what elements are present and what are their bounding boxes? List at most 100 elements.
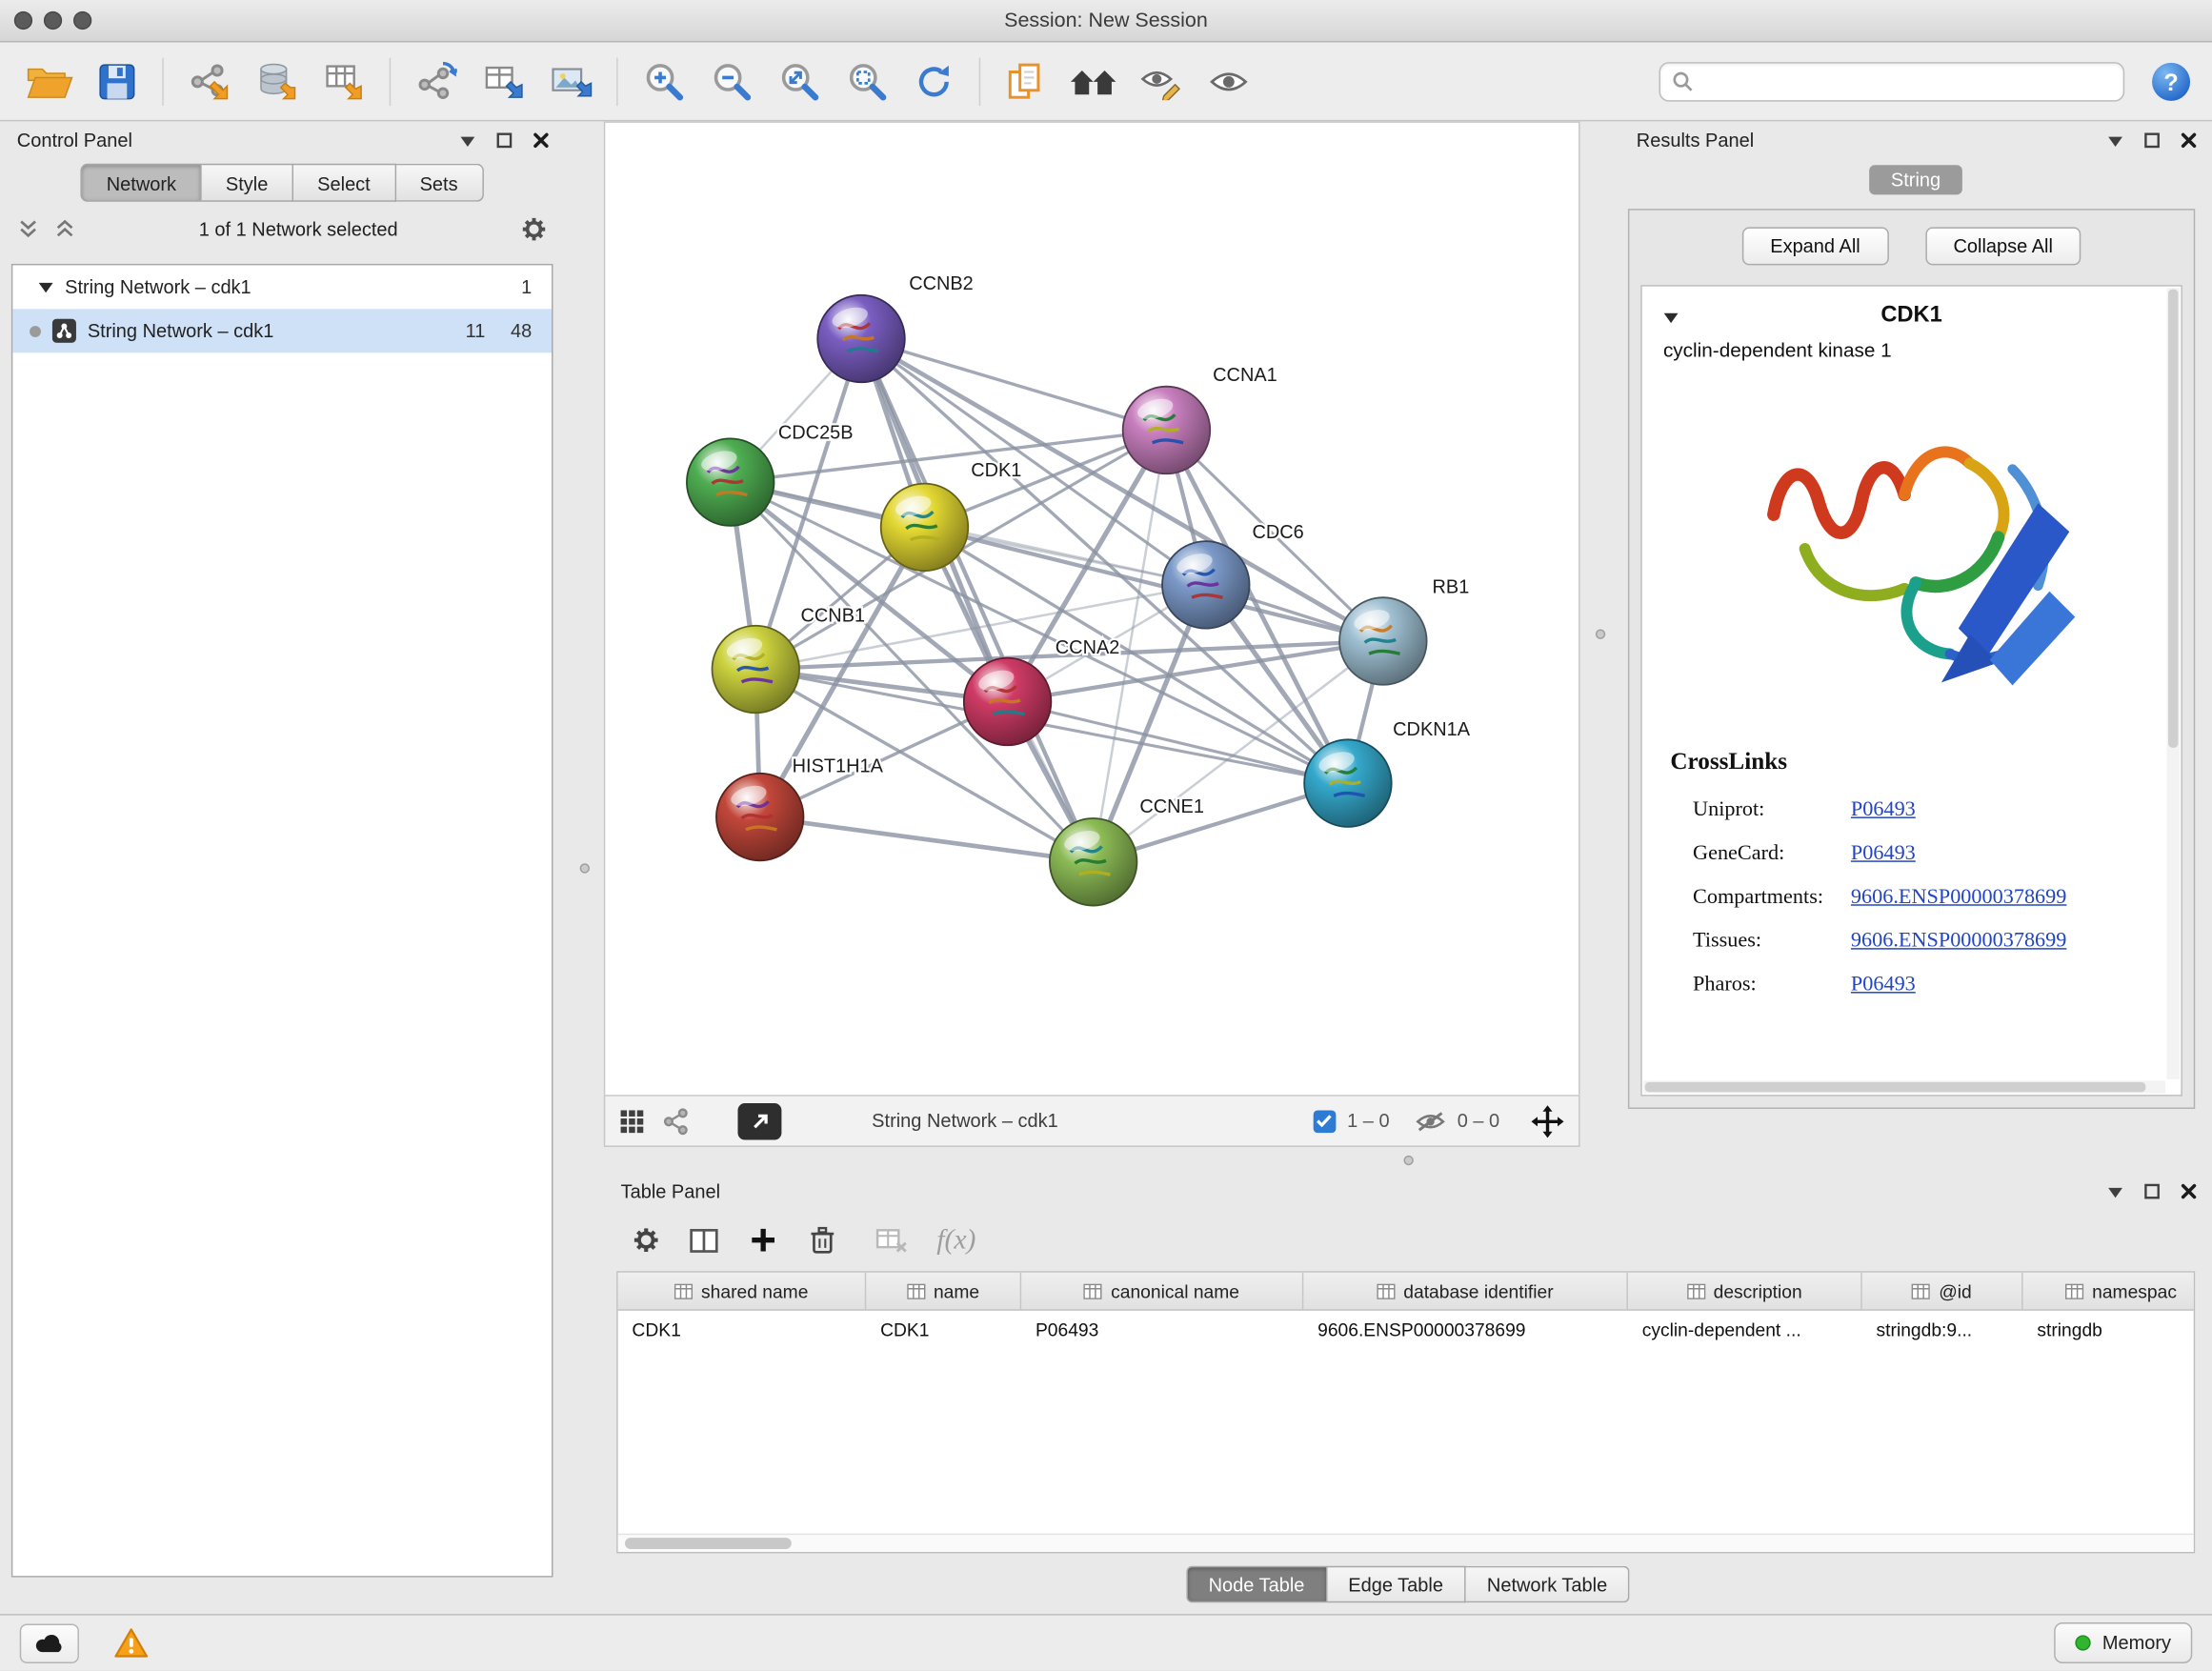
- network-node-CDC6[interactable]: CDC6: [1162, 522, 1304, 629]
- column-header-namespac[interactable]: namespac: [2023, 1273, 2196, 1310]
- entry-collapse-icon[interactable]: [1661, 307, 1679, 325]
- panel-float-icon[interactable]: [2106, 1181, 2124, 1199]
- collapse-all-icon[interactable]: [17, 217, 40, 240]
- delete-icon[interactable]: [807, 1224, 838, 1256]
- clone-network-button[interactable]: [472, 49, 536, 113]
- panel-float-icon[interactable]: [458, 131, 476, 149]
- network-node-CCNB1[interactable]: CCNB1: [713, 605, 866, 713]
- memory-button[interactable]: Memory: [2054, 1622, 2192, 1663]
- tab-string[interactable]: String: [1870, 165, 1962, 194]
- column-header-canonical-name[interactable]: canonical name: [1021, 1273, 1303, 1310]
- results-vertical-scrollbar[interactable]: [2167, 288, 2180, 1079]
- network-collection-row[interactable]: String Network – cdk1 1: [12, 265, 552, 309]
- splitter-canvas-results[interactable]: [1580, 121, 1619, 1147]
- tree-expander-icon[interactable]: [38, 279, 53, 294]
- splitter-control-canvas[interactable]: [564, 121, 603, 1614]
- splitter-grip[interactable]: [1403, 1155, 1413, 1164]
- search-input[interactable]: [1701, 70, 2112, 91]
- network-node-HIST1H1A[interactable]: HIST1H1A: [716, 755, 884, 860]
- save-session-button[interactable]: [85, 49, 150, 113]
- pan-move-icon[interactable]: [1531, 1104, 1565, 1138]
- tab-sets[interactable]: Sets: [395, 164, 483, 202]
- export-image-button[interactable]: [539, 49, 604, 113]
- column-header-name[interactable]: name: [866, 1273, 1021, 1310]
- network-graph[interactable]: CCNB2CCNA1CDC25BCDK1CDC6RB1CCNB1CCNA2CDK…: [605, 123, 1579, 1095]
- table-cell[interactable]: CDK1: [866, 1319, 1021, 1340]
- network-node-CDKN1A[interactable]: CDKN1A: [1304, 719, 1471, 827]
- network-canvas[interactable]: CCNB2CCNA1CDC25BCDK1CDC6RB1CCNB1CCNA2CDK…: [604, 121, 1580, 1095]
- table-horizontal-scrollbar[interactable]: [618, 1534, 2194, 1552]
- tab-edge-table[interactable]: Edge Table: [1327, 1566, 1466, 1603]
- window-zoom-button[interactable]: [73, 11, 91, 30]
- table-cell[interactable]: CDK1: [618, 1319, 867, 1340]
- open-in-window-button[interactable]: [737, 1102, 781, 1139]
- expand-all-icon[interactable]: [53, 217, 76, 240]
- panel-maximize-icon[interactable]: [2142, 1181, 2161, 1199]
- window-minimize-button[interactable]: [44, 11, 62, 30]
- network-edge[interactable]: [861, 338, 1166, 430]
- table-cell[interactable]: stringdb: [2023, 1319, 2196, 1340]
- open-session-button[interactable]: [17, 49, 82, 113]
- column-header-database-identifier[interactable]: database identifier: [1303, 1273, 1628, 1310]
- warning-icon[interactable]: [112, 1626, 150, 1661]
- help-button[interactable]: ?: [2150, 60, 2192, 102]
- panel-maximize-icon[interactable]: [2142, 131, 2161, 149]
- splitter-grip[interactable]: [579, 863, 589, 873]
- network-node-CCNA1[interactable]: CCNA1: [1123, 365, 1277, 473]
- import-network-from-file-button[interactable]: [176, 49, 241, 113]
- network-edge[interactable]: [861, 338, 1094, 861]
- import-table-button[interactable]: [312, 49, 376, 113]
- crosslink-link-genecard[interactable]: P06493: [1851, 842, 1916, 866]
- zoom-out-button[interactable]: [698, 49, 763, 113]
- network-share-icon[interactable]: [662, 1107, 691, 1136]
- panel-close-icon[interactable]: [532, 131, 550, 149]
- tab-network[interactable]: Network: [81, 164, 202, 202]
- network-node-CDK1[interactable]: CDK1: [881, 460, 1022, 571]
- table-cell[interactable]: cyclin-dependent ...: [1628, 1319, 1862, 1340]
- window-close-button[interactable]: [14, 11, 32, 30]
- import-network-from-database-button[interactable]: [244, 49, 309, 113]
- splitter-canvas-table[interactable]: [604, 1147, 2212, 1173]
- cloud-button[interactable]: [20, 1623, 79, 1662]
- gear-icon[interactable]: [520, 215, 547, 242]
- tab-network-table[interactable]: Network Table: [1466, 1566, 1630, 1603]
- column-header--id[interactable]: @id: [1862, 1273, 2023, 1310]
- table-cell[interactable]: 9606.ENSP00000378699: [1303, 1319, 1628, 1340]
- show-columns-icon[interactable]: [689, 1225, 720, 1255]
- hidden-eye-icon[interactable]: [1415, 1110, 1446, 1133]
- collapse-all-button[interactable]: Collapse All: [1925, 227, 2081, 265]
- expand-all-button[interactable]: Expand All: [1742, 227, 1889, 265]
- column-header-description[interactable]: description: [1628, 1273, 1862, 1310]
- tab-node-table[interactable]: Node Table: [1186, 1566, 1327, 1603]
- refresh-layout-button[interactable]: [901, 49, 966, 113]
- network-edge[interactable]: [760, 817, 1094, 862]
- panel-close-icon[interactable]: [2180, 1181, 2198, 1199]
- grid-view-icon[interactable]: [619, 1108, 645, 1134]
- table-cell[interactable]: stringdb:9...: [1862, 1319, 2023, 1340]
- network-row-selected[interactable]: String Network – cdk1 11 48: [12, 309, 552, 352]
- panel-maximize-icon[interactable]: [495, 131, 513, 149]
- network-node-RB1[interactable]: RB1: [1339, 577, 1469, 685]
- zoom-fit-button[interactable]: [766, 49, 831, 113]
- search-field[interactable]: [1659, 61, 2125, 100]
- crosslink-link-uniprot[interactable]: P06493: [1851, 798, 1916, 822]
- table-cell[interactable]: P06493: [1021, 1319, 1303, 1340]
- crosslink-link-pharos[interactable]: P06493: [1851, 974, 1916, 997]
- show-annotations-button[interactable]: [1196, 49, 1261, 113]
- crosslink-link-tissues[interactable]: 9606.ENSP00000378699: [1851, 930, 2066, 954]
- table-settings-gear-icon[interactable]: [632, 1226, 660, 1255]
- zoom-in-button[interactable]: [631, 49, 695, 113]
- crosslink-link-compartments[interactable]: 9606.ENSP00000378699: [1851, 886, 2066, 910]
- results-horizontal-scrollbar[interactable]: [1643, 1080, 2165, 1093]
- selected-checkbox[interactable]: [1314, 1110, 1337, 1133]
- new-network-button[interactable]: [404, 49, 469, 113]
- tab-select[interactable]: Select: [293, 164, 395, 202]
- zoom-selected-button[interactable]: [834, 49, 898, 113]
- add-column-icon[interactable]: [748, 1224, 779, 1256]
- splitter-grip[interactable]: [1595, 629, 1604, 638]
- column-header-shared-name[interactable]: shared name: [618, 1273, 867, 1310]
- tab-style[interactable]: Style: [202, 164, 293, 202]
- hide-annotations-button[interactable]: [1129, 49, 1194, 113]
- copy-document-button[interactable]: [994, 49, 1058, 113]
- table-row[interactable]: CDK1CDK1P064939606.ENSP00000378699cyclin…: [618, 1311, 2194, 1349]
